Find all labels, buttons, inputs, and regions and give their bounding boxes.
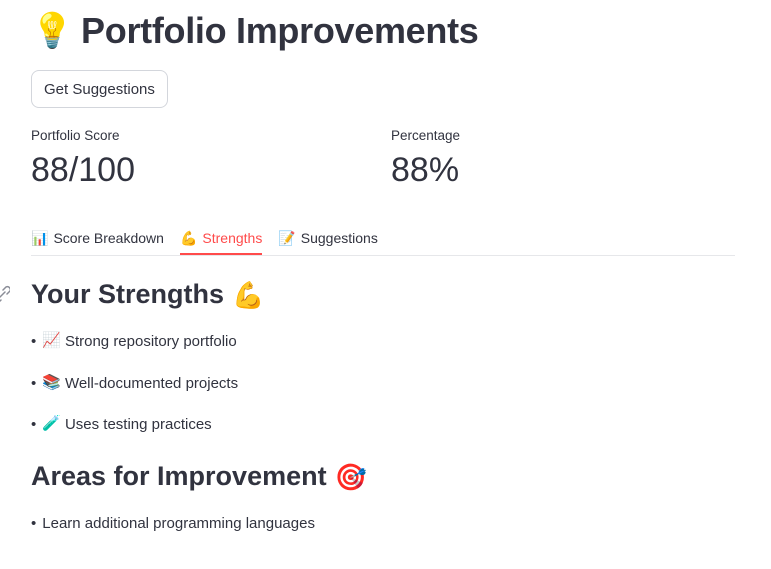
lightbulb-icon: 💡 bbox=[31, 12, 74, 50]
tab-strengths[interactable]: 💪 Strengths bbox=[179, 221, 263, 255]
list-item-text: Strong repository portfolio bbox=[64, 333, 237, 350]
metric-value: 88/100 bbox=[31, 151, 135, 189]
memo-icon: 📝 bbox=[278, 229, 296, 246]
list-item-text: Well-documented projects bbox=[64, 374, 239, 392]
list-item: • 📈 Strong repository portfolio bbox=[31, 332, 237, 350]
improvements-heading: Areas for Improvement 🎯 bbox=[31, 461, 367, 492]
page-title-text: Portfolio Improvements bbox=[81, 10, 479, 51]
metric-value: 88% bbox=[391, 151, 460, 189]
list-item-text: Uses testing practices bbox=[64, 416, 212, 433]
direct-hit-icon: 🎯 bbox=[334, 461, 367, 492]
bar-chart-icon: 📊 bbox=[31, 229, 49, 246]
books-icon: 📚 bbox=[42, 373, 61, 391]
metric-label: Percentage bbox=[391, 128, 461, 143]
flexed-biceps-icon: 💪 bbox=[179, 229, 198, 246]
tab-suggestions[interactable]: 📝 Suggestions bbox=[278, 221, 378, 254]
page-title: 💡 Portfolio Improvements bbox=[31, 10, 479, 52]
tab-label: Suggestions bbox=[300, 229, 378, 246]
tab-label: Score Breakdown bbox=[53, 229, 164, 246]
metric-portfolio-score: Portfolio Score 88/100 bbox=[31, 128, 135, 190]
list-item: • 🧪 Uses testing practices bbox=[31, 415, 212, 433]
strengths-heading: Your Strengths 💪 bbox=[31, 279, 264, 310]
improvements-heading-text: Areas for Improvement bbox=[31, 461, 327, 491]
strengths-heading-text: Your Strengths bbox=[31, 279, 225, 309]
improvements-list: • Learn additional programming languages bbox=[31, 515, 315, 557]
flexed-biceps-icon: 💪 bbox=[232, 279, 265, 310]
list-item: • Learn additional programming languages bbox=[31, 515, 315, 532]
link-anchor-icon[interactable] bbox=[0, 285, 10, 305]
tab-bar: 📊 Score Breakdown 💪 Strengths 📝 Suggesti… bbox=[31, 221, 735, 256]
test-tube-icon: 🧪 bbox=[42, 415, 61, 432]
list-item-text: Learn additional programming languages bbox=[42, 515, 315, 532]
tab-label: Strengths bbox=[202, 229, 263, 246]
tab-score-breakdown[interactable]: 📊 Score Breakdown bbox=[31, 221, 164, 254]
strengths-list: • 📈 Strong repository portfolio • 📚 Well… bbox=[31, 333, 238, 458]
get-suggestions-button[interactable]: Get Suggestions bbox=[31, 70, 168, 108]
chart-increasing-icon: 📈 bbox=[42, 332, 61, 349]
metric-percentage: Percentage 88% bbox=[391, 128, 460, 190]
metric-label: Portfolio Score bbox=[31, 128, 120, 143]
list-item: • 📚 Well-documented projects bbox=[31, 373, 239, 392]
